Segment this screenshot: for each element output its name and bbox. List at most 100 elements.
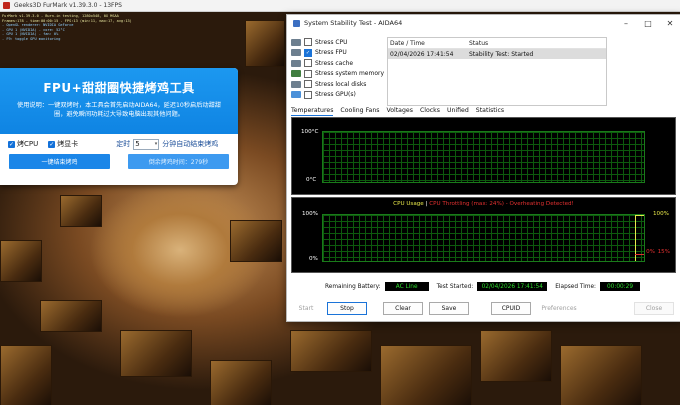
timer-label: 定时: [116, 140, 131, 148]
graph-tabs: Temperatures Cooling Fans Voltages Clock…: [291, 107, 511, 116]
memory-icon: [291, 70, 301, 78]
close-button[interactable]: Close: [634, 302, 674, 315]
tab-clocks[interactable]: Clocks: [420, 107, 440, 116]
table-row[interactable]: 02/04/2026 17:41:54 Stability Test: Star…: [388, 49, 606, 59]
tab-unified[interactable]: Unified: [447, 107, 469, 116]
overlay-line: FurMark v1.39.3.0 - Burn-in testing, 128…: [2, 14, 119, 18]
cpu-usage-graph: CPU Usage | CPU Throttling (max: 24%) - …: [291, 197, 676, 273]
temperature-graph: 100°C 0°C: [291, 117, 676, 195]
stress-gpu-label: Stress GPU(s): [315, 91, 356, 99]
cpu-option-label: 烤CPU: [17, 140, 39, 148]
tab-cooling-fans[interactable]: Cooling Fans: [340, 107, 379, 116]
start-button[interactable]: Start: [291, 303, 321, 314]
gpu-checkbox[interactable]: ✓: [48, 140, 56, 148]
stress-memory-checkbox[interactable]: [304, 69, 312, 78]
fur-block: [60, 195, 102, 227]
cpu-top-label: 100%: [302, 211, 318, 217]
fur-block: [120, 330, 192, 377]
end-burn-button[interactable]: 一键结束烤鸡: [9, 154, 110, 169]
stress-gpu-row[interactable]: Stress GPU(s): [291, 90, 386, 101]
elapsed-label: Elapsed Time:: [555, 283, 597, 290]
stress-fpu-row[interactable]: ✓ Stress FPU: [291, 48, 386, 59]
battery-label: Remaining Battery:: [325, 283, 381, 290]
preferences-button[interactable]: Preferences: [537, 303, 581, 314]
fur-block: [210, 360, 272, 405]
temperature-grid: [322, 131, 645, 183]
temp-top-label: 100°C: [301, 129, 319, 135]
furmark-info-overlay: FurMark v1.39.3.0 - Burn-in testing, 128…: [2, 14, 132, 41]
overlay-line: - F9: toggle GPU monitoring: [2, 36, 61, 41]
cpu-grid: [322, 214, 645, 262]
fur-block: [0, 240, 42, 282]
started-value: 02/04/2026 17:41:54: [477, 282, 548, 291]
throttle-value-a: 0%: [646, 249, 655, 255]
minimize-icon[interactable]: –: [615, 19, 637, 28]
clear-button[interactable]: Clear: [383, 302, 423, 315]
stress-fpu-label: Stress FPU: [315, 49, 347, 57]
cpuid-button[interactable]: CPUID: [491, 302, 531, 315]
maximize-icon[interactable]: □: [637, 19, 659, 28]
aida64-title: System Stability Test - AIDA64: [304, 19, 403, 27]
stress-gpu-checkbox[interactable]: [304, 90, 312, 99]
countdown-button[interactable]: 倒余烤鸡时间：279秒: [128, 154, 229, 169]
battery-value: AC Line: [384, 282, 429, 291]
cpu-bottom-label: 0%: [309, 256, 318, 262]
cpu-checkbox[interactable]: ✓: [8, 140, 15, 148]
fur-block: [245, 20, 285, 67]
spin-arrows-icon[interactable]: ▾: [155, 141, 158, 147]
log-table: Date / Time Status 02/04/2026 17:41:54 S…: [387, 37, 607, 106]
tool-title: FPU+甜甜圈快捷烤鸡工具: [43, 81, 195, 95]
cpu-usage-value: 100%: [653, 211, 669, 217]
timer-spinbox[interactable]: 5 ▾: [133, 138, 160, 150]
elapsed-value: 00:00:29: [600, 282, 641, 291]
stress-disks-label: Stress local disks: [315, 80, 367, 88]
fur-block: [0, 345, 52, 405]
tool-buttons: 一键结束烤鸡 倒余烤鸡时间：279秒: [0, 154, 238, 169]
tab-temperatures[interactable]: Temperatures: [291, 107, 334, 116]
fpu-icon: [291, 49, 301, 57]
stress-cache-checkbox[interactable]: [304, 59, 312, 68]
stress-memory-row[interactable]: Stress system memory: [291, 69, 386, 80]
stress-cache-label: Stress cache: [315, 59, 354, 67]
stress-cache-row[interactable]: Stress cache: [291, 58, 386, 69]
aida64-window: System Stability Test - AIDA64 – □ ✕ Str…: [286, 14, 680, 322]
window-controls: – □ ✕: [615, 19, 680, 28]
tab-statistics[interactable]: Statistics: [476, 107, 504, 116]
cpu-throttle-legend: CPU Throttling (max: 24%) - Overheating …: [429, 201, 574, 207]
stop-button[interactable]: Stop: [327, 302, 367, 315]
tab-voltages[interactable]: Voltages: [387, 107, 413, 116]
save-button[interactable]: Save: [429, 302, 469, 315]
gpu-option-label: 烤显卡: [57, 140, 79, 148]
stress-cpu-row[interactable]: Stress CPU: [291, 37, 386, 48]
usage-top-line: [636, 215, 644, 216]
stress-fpu-checkbox[interactable]: ✓: [304, 48, 312, 57]
cpu-graph-title: CPU Usage | CPU Throttling (max: 24%) - …: [292, 201, 675, 207]
fur-block: [480, 330, 552, 382]
log-header-datetime: Date / Time: [390, 39, 425, 47]
furmark-logo-icon: [3, 2, 10, 9]
status-bar: Remaining Battery: AC Line Test Started:…: [291, 282, 674, 291]
close-icon[interactable]: ✕: [659, 19, 680, 28]
tool-header: FPU+甜甜圈快捷烤鸡工具 使用说明：一键双烤时，本工具会首先启动AIDA64，…: [0, 68, 238, 134]
fur-block: [380, 345, 472, 405]
log-cell-status: Stability Test: Started: [469, 50, 534, 58]
stress-cpu-checkbox[interactable]: [304, 38, 312, 47]
log-header-status: Status: [469, 39, 489, 47]
fur-block: [230, 220, 282, 262]
temp-bottom-label: 0°C: [306, 177, 317, 183]
cpu-usage-legend: CPU Usage: [393, 201, 424, 207]
stress-memory-label: Stress system memory: [315, 70, 385, 78]
aida64-titlebar[interactable]: System Stability Test - AIDA64 – □ ✕: [287, 15, 680, 31]
stress-cpu-label: Stress CPU: [315, 38, 348, 46]
tool-description: 使用说明：一键双烤时，本工具会首先启动AIDA64，延迟10秒启后动甜甜圈，避免…: [17, 102, 221, 118]
log-cell-datetime: 02/04/2026 17:41:54: [390, 50, 454, 58]
fur-block: [560, 345, 642, 405]
stress-disks-checkbox[interactable]: [304, 80, 312, 89]
furmark-titlebar[interactable]: Geeks3D FurMark v1.39.3.0 - 13FPS: [0, 0, 680, 12]
tool-options: ✓ 烤CPU ✓ 烤显卡 定时 5 ▾ 分钟自动结束烤鸡: [0, 134, 238, 154]
disk-icon: [291, 80, 301, 88]
aida64-app-icon: [293, 19, 300, 27]
timer-suffix: 分钟自动结束烤鸡: [162, 140, 219, 148]
stress-disks-row[interactable]: Stress local disks: [291, 79, 386, 90]
furmark-title: Geeks3D FurMark v1.39.3.0 - 13FPS: [14, 2, 122, 9]
